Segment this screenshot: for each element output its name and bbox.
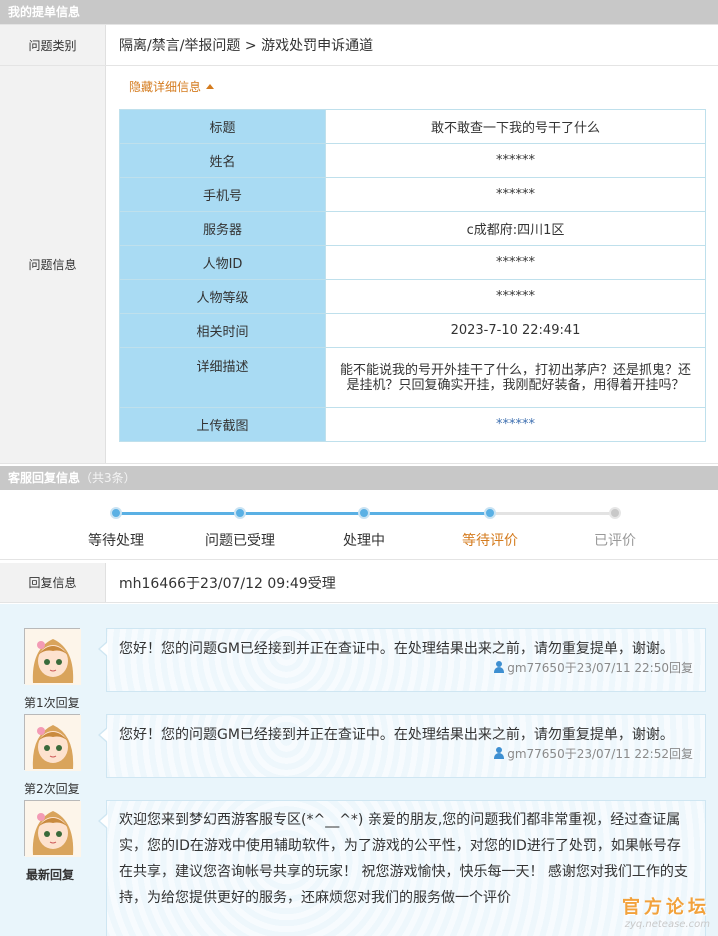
issue-detail-value: ****** <box>325 245 706 280</box>
issue-detail-key: 标题 <box>119 109 326 144</box>
person-icon <box>493 747 505 759</box>
reply-list: 第1次回复 您好！您的问题GM已经接到并正在查证中。在处理结果出来之前，请勿重复… <box>0 604 718 936</box>
issue-detail-key: 相关时间 <box>119 313 326 348</box>
reply-1-meta-text: gm77650于23/07/11 22:50回复 <box>507 661 693 675</box>
reply-2-meta: gm77650于23/07/11 22:52回复 <box>107 745 705 762</box>
watermark-title: 官方论坛 <box>622 897 710 918</box>
issue-detail-table: 标题 敢不敢查一下我的号干了什么 姓名 ****** 手机号 ****** 服务器 c成都府:… <box>119 109 706 442</box>
progress-steps: 等待处理 问题已受理 处理中 等待评价 已评价 <box>0 490 718 560</box>
progress-line <box>240 512 364 515</box>
issue-detail-row: 手机号 ****** <box>119 177 706 212</box>
bubble-arrow <box>98 641 108 657</box>
progress-line <box>490 512 615 515</box>
progress-line <box>364 512 490 515</box>
issue-detail-value: 能不能说我的号开外挂干了什么，打初出茅庐？还是抓鬼？还是挂机？只回复确实开挂，我… <box>325 347 706 408</box>
issue-detail-key: 服务器 <box>119 211 326 246</box>
issue-detail-row: 详细描述 能不能说我的号开外挂干了什么，打初出茅庐？还是抓鬼？还是挂机？只回复确实… <box>119 347 706 408</box>
category-value: 隔离/禁言/举报问题 > 游戏处罚申诉通道 <box>119 38 374 54</box>
issue-detail-value: c成都府:四川1区 <box>325 211 706 246</box>
caret-up-icon <box>206 84 215 89</box>
reply-section-header: 客服回复信息（共3条） <box>0 466 718 490</box>
progress-step-label: 等待评价 <box>462 533 518 549</box>
reply-info-value: mh16466于23/07/12 09:49受理 <box>119 575 336 592</box>
issue-detail-value: ****** <box>325 177 706 212</box>
reply-count: （共3条） <box>80 471 136 485</box>
reply-3-text: 欢迎您来到梦幻西游客服专区(*^__^*) 亲爱的朋友,您的问题我们都非常重视，… <box>119 812 688 906</box>
avatar <box>24 800 81 857</box>
reply-3-bubble: 欢迎您来到梦幻西游客服专区(*^__^*) 亲爱的朋友,您的问题我们都非常重视，… <box>98 800 706 936</box>
hide-details-label: 隐藏详细信息 <box>129 80 202 94</box>
reply-info-label: 回复信息 <box>0 563 106 602</box>
girl-avatar-icon <box>25 715 81 771</box>
issue-detail-key: 人物ID <box>119 245 326 280</box>
reply-2-bubble: 您好！您的问题GM已经接到并正在查证中。在处理结果出来之前，请勿重复提单，谢谢。… <box>98 714 706 778</box>
bubble-arrow <box>98 813 108 829</box>
reply-1-bubble: 您好！您的问题GM已经接到并正在查证中。在处理结果出来之前，请勿重复提单，谢谢。… <box>98 628 706 692</box>
issue-detail-key: 姓名 <box>119 143 326 178</box>
bubble-arrow <box>98 727 108 743</box>
hide-details-toggle[interactable]: 隐藏详细信息 <box>129 78 215 95</box>
progress-step-label: 已评价 <box>594 533 636 549</box>
girl-avatar-icon <box>25 629 81 685</box>
ticket-section-header: 我的提单信息 <box>0 0 718 24</box>
reply-2-text: 您好！您的问题GM已经接到并正在查证中。在处理结果出来之前，请勿重复提单，谢谢。 <box>119 727 674 743</box>
avatar <box>24 714 81 771</box>
watermark-url: zyq.netease.com <box>624 919 710 930</box>
progress-step-dot <box>609 507 621 519</box>
progress-step-dot <box>234 507 246 519</box>
issue-detail-row: 人物ID ****** <box>119 245 706 280</box>
progress-step-dot <box>110 507 122 519</box>
reply-section-title: 客服回复信息 <box>8 471 81 485</box>
issue-detail-row: 上传截图 ****** <box>119 407 706 442</box>
issue-info-content: 隐藏详细信息 标题 敢不敢查一下我的号干了什么 姓名 ****** 手机号 ****** 服… <box>106 66 718 463</box>
issue-detail-row: 标题 敢不敢查一下我的号干了什么 <box>119 109 706 144</box>
reply-1-meta: gm77650于23/07/11 22:50回复 <box>107 659 705 676</box>
girl-avatar-icon <box>25 801 81 857</box>
person-icon <box>493 661 505 673</box>
issue-detail-key: 详细描述 <box>119 347 326 408</box>
category-label: 问题类别 <box>0 25 106 65</box>
issue-detail-key: 人物等级 <box>119 279 326 314</box>
progress-step-dot <box>484 507 496 519</box>
issue-detail-value: ****** <box>325 143 706 178</box>
issue-detail-row: 服务器 c成都府:四川1区 <box>119 211 706 246</box>
reply-1-text: 您好！您的问题GM已经接到并正在查证中。在处理结果出来之前，请勿重复提单，谢谢。 <box>119 641 674 657</box>
category-row: 问题类别 隔离/禁言/举报问题 > 游戏处罚申诉通道 <box>0 24 718 66</box>
reply-1-label: 第1次回复 <box>24 696 80 710</box>
ticket-section-title: 我的提单信息 <box>8 5 81 19</box>
reply-2-meta-text: gm77650于23/07/11 22:52回复 <box>507 747 693 761</box>
issue-detail-value: ****** <box>325 279 706 314</box>
reply-info-row: 回复信息 mh16466于23/07/12 09:49受理 <box>0 563 718 603</box>
forum-watermark: 官方论坛 zyq.netease.com <box>622 893 710 930</box>
issue-detail-key: 上传截图 <box>119 407 326 442</box>
issue-detail-row: 姓名 ****** <box>119 143 706 178</box>
progress-step-dot <box>358 507 370 519</box>
reply-2-label: 第2次回复 <box>24 782 80 796</box>
issue-info-row: 问题信息 隐藏详细信息 标题 敢不敢查一下我的号干了什么 姓名 ****** 手机号 **… <box>0 66 718 464</box>
issue-info-label: 问题信息 <box>0 66 106 463</box>
issue-detail-value: 敢不敢查一下我的号干了什么 <box>325 109 706 144</box>
progress-step-label: 处理中 <box>343 533 385 549</box>
issue-detail-row: 人物等级 ****** <box>119 279 706 314</box>
issue-detail-value: ****** <box>325 407 706 442</box>
avatar <box>24 628 81 685</box>
progress-line <box>116 512 240 515</box>
issue-detail-key: 手机号 <box>119 177 326 212</box>
issue-detail-value: 2023-7-10 22:49:41 <box>325 313 706 348</box>
progress-step-label: 问题已受理 <box>205 533 275 549</box>
progress-step-label: 等待处理 <box>88 533 144 549</box>
issue-detail-row: 相关时间 2023-7-10 22:49:41 <box>119 313 706 348</box>
reply-3-label: 最新回复 <box>26 868 75 882</box>
